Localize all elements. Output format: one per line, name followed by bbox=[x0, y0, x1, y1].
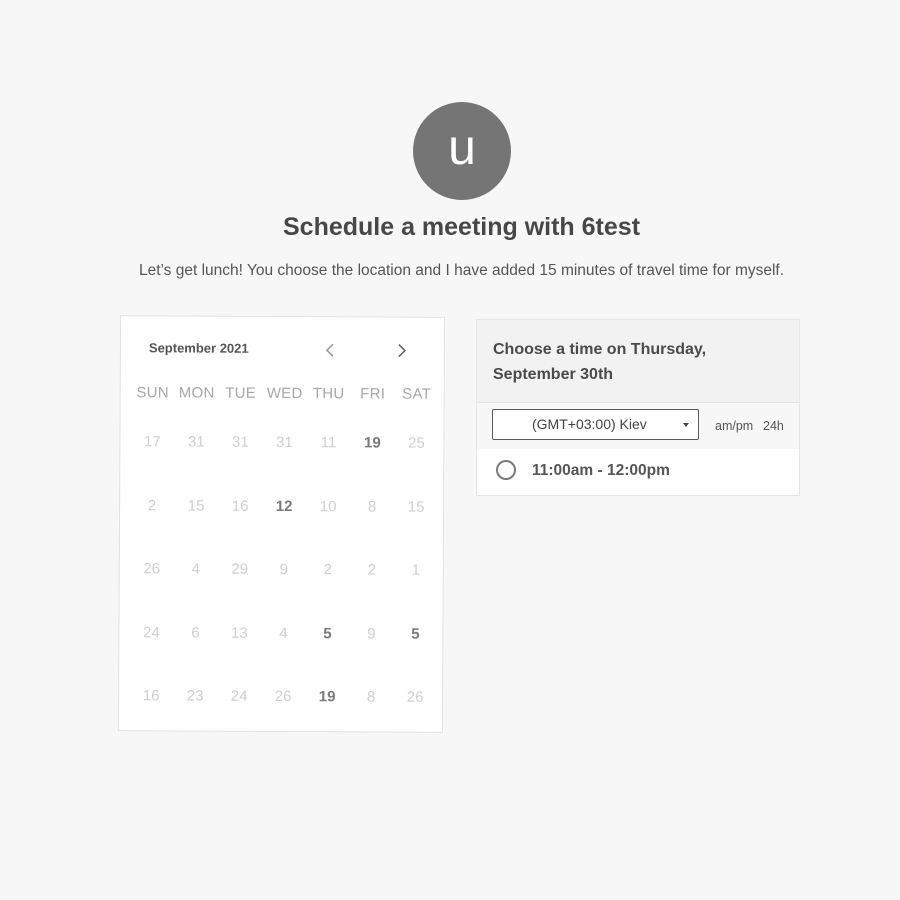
booking-page: u Schedule a meeting with 6test Let’s ge… bbox=[0, 0, 900, 900]
weekday-label: THU bbox=[312, 385, 345, 403]
calendar-day: 4 bbox=[279, 624, 288, 642]
calendar-day: 26 bbox=[143, 560, 161, 578]
page-title: Schedule a meeting with 6test bbox=[282, 213, 641, 241]
weekday-label: SAT bbox=[402, 385, 432, 403]
calendar-day: 31 bbox=[232, 433, 249, 451]
radio-button-icon[interactable] bbox=[496, 460, 516, 480]
calendar-day: 26 bbox=[274, 687, 292, 706]
calendar-day: 31 bbox=[276, 433, 293, 452]
time-panel-header: Choose a time on Thursday, September 30t… bbox=[477, 320, 799, 403]
calendar-day: 2 bbox=[323, 561, 332, 579]
calendar-day: 17 bbox=[144, 433, 161, 451]
calendar-day[interactable]: 12 bbox=[262, 496, 306, 560]
calendar-day: 9 bbox=[279, 560, 288, 579]
calendar-day[interactable]: 5 bbox=[393, 624, 437, 688]
timezone-select[interactable]: (GMT+03:00) Kiev bbox=[492, 409, 699, 440]
calendar-day: 13 bbox=[231, 624, 248, 642]
calendar-day: 9 bbox=[367, 624, 376, 642]
calendar-day-grid: 17 31 31 31 11 19 25 2 15 16 12 10 8 15 26 4 29 9 2 2 1 24 6 13… bbox=[129, 432, 439, 751]
calendar-month-label: September 2021 bbox=[148, 340, 249, 356]
calendar-day: 16 bbox=[142, 687, 160, 705]
chevron-right-icon bbox=[398, 344, 407, 358]
time-slot-label: 11:00am - 12:00pm bbox=[532, 462, 670, 479]
caret-down-icon bbox=[683, 423, 689, 427]
next-month-button[interactable] bbox=[391, 340, 413, 362]
calendar-day: 8 bbox=[367, 497, 377, 515]
calendar-day: 15 bbox=[187, 497, 205, 515]
selected-date-heading: Choose a time on Thursday, September 30t… bbox=[493, 341, 707, 383]
calendar-day: 2 bbox=[147, 496, 157, 514]
host-avatar: u bbox=[413, 102, 511, 200]
calendar-day: 26 bbox=[406, 688, 424, 706]
calendar-day: 16 bbox=[231, 497, 249, 515]
calendar-day: 1 bbox=[411, 561, 420, 579]
calendar-day: 15 bbox=[407, 498, 425, 516]
time-slot-option[interactable]: 11:00am - 12:00pm bbox=[477, 449, 799, 495]
calendar-day: 4 bbox=[191, 560, 200, 578]
time-selection-panel: Choose a time on Thursday, September 30t… bbox=[476, 319, 800, 496]
avatar-letter: u bbox=[448, 119, 476, 175]
ampm-format-toggle[interactable]: am/pm bbox=[715, 419, 753, 433]
calendar-day: 24 bbox=[230, 687, 248, 705]
24h-format-toggle[interactable]: 24h bbox=[763, 419, 784, 433]
timezone-value: (GMT+03:00) Kiev bbox=[532, 416, 647, 432]
calendar-day: 6 bbox=[191, 624, 200, 642]
calendar-day: 31 bbox=[188, 433, 205, 451]
calendar-day: 24 bbox=[143, 623, 160, 641]
weekday-label: TUE bbox=[225, 384, 257, 402]
calendar-day: 2 bbox=[367, 561, 376, 579]
calendar-day[interactable]: 19 bbox=[305, 687, 349, 751]
calendar-day: 29 bbox=[231, 560, 249, 578]
weekday-label: SUN bbox=[136, 384, 170, 402]
weekday-label: FRI bbox=[360, 385, 386, 403]
weekday-label: MON bbox=[178, 384, 215, 402]
weekday-label: WED bbox=[266, 384, 303, 403]
weekday-header-row: SUN MON TUE WED THU FRI SAT bbox=[131, 384, 439, 403]
calendar-day: 11 bbox=[320, 434, 337, 452]
calendar-day: 8 bbox=[366, 688, 376, 706]
calendar-day: 25 bbox=[408, 434, 425, 452]
calendar-day: 23 bbox=[186, 687, 204, 705]
meeting-description: Let’s get lunch! You choose the location… bbox=[138, 262, 785, 279]
date-picker-calendar: September 2021 SUN MON TUE WED THU FRI SAT 17 3… bbox=[117, 315, 446, 733]
chevron-left-icon bbox=[325, 343, 334, 357]
calendar-day[interactable]: 19 bbox=[350, 433, 394, 497]
calendar-day[interactable]: 5 bbox=[305, 624, 349, 688]
calendar-day: 10 bbox=[319, 497, 337, 515]
timezone-row: (GMT+03:00) Kiev am/pm 24h bbox=[477, 403, 799, 449]
previous-month-button[interactable] bbox=[319, 339, 341, 361]
